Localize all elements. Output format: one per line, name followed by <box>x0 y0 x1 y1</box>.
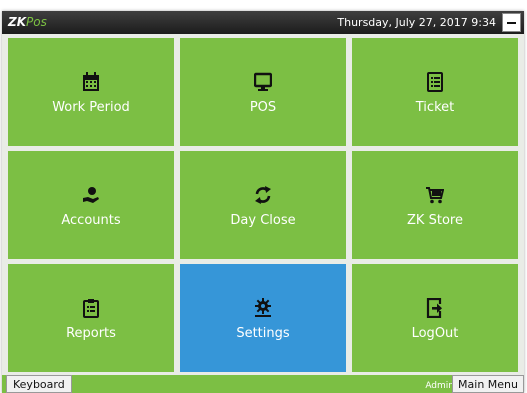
bottom-bar: Keyboard Admin Main Menu <box>2 375 524 393</box>
tile-label: Accounts <box>61 213 121 228</box>
clipboard-icon <box>8 298 174 320</box>
tile-pos[interactable]: POS <box>180 38 346 146</box>
logo-zk: ZK <box>8 15 26 29</box>
tile-label: Ticket <box>415 100 455 115</box>
minimize-icon <box>507 22 516 24</box>
tile-reports[interactable]: Reports <box>8 264 174 372</box>
tile-label: Day Close <box>230 213 296 228</box>
keyboard-button[interactable]: Keyboard <box>6 375 72 393</box>
datetime-label: Thursday, July 27, 2017 9:34 <box>337 16 496 29</box>
tile-label: Settings <box>236 326 290 341</box>
main-menu-button[interactable]: Main Menu <box>452 375 524 393</box>
tile-label: Reports <box>66 326 116 341</box>
app-logo: ZKPos <box>8 13 47 32</box>
calendar-icon <box>8 72 174 94</box>
cart-icon <box>352 185 518 207</box>
tile-label: POS <box>249 100 277 115</box>
title-bar: ZKPos Thursday, July 27, 2017 9:34 <box>2 11 524 34</box>
tile-label: ZK Store <box>407 213 463 228</box>
tile-logout[interactable]: LogOut <box>352 264 518 372</box>
tile-work-period[interactable]: Work Period <box>8 38 174 146</box>
tile-label: LogOut <box>411 326 459 341</box>
hand-coin-icon <box>8 185 174 207</box>
gear-icon <box>180 298 346 320</box>
user-label: Admin <box>425 381 454 391</box>
logo-pos: Pos <box>26 15 47 29</box>
app-window: ZKPos Thursday, July 27, 2017 9:34 Work … <box>2 11 524 393</box>
ticket-icon <box>352 72 518 94</box>
tile-settings[interactable]: Settings <box>180 264 346 372</box>
tile-label: Work Period <box>52 100 130 115</box>
tile-ticket[interactable]: Ticket <box>352 38 518 146</box>
logout-icon <box>352 298 518 320</box>
monitor-icon <box>180 72 346 94</box>
tile-day-close[interactable]: Day Close <box>180 151 346 259</box>
refresh-icon <box>180 185 346 207</box>
minimize-button[interactable] <box>502 13 521 32</box>
tile-zk-store[interactable]: ZK Store <box>352 151 518 259</box>
tile-accounts[interactable]: Accounts <box>8 151 174 259</box>
